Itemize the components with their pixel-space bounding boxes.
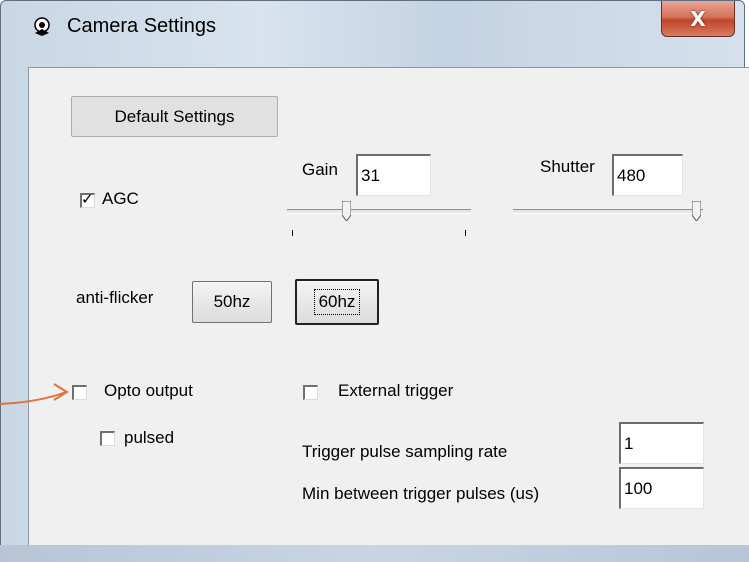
window-title: Camera Settings bbox=[67, 15, 216, 37]
gain-tick-min bbox=[292, 230, 293, 236]
window-bottom-edge bbox=[0, 545, 749, 562]
anti-flicker-label: anti-flicker bbox=[76, 288, 154, 307]
check-mark-icon: ✓ bbox=[81, 190, 94, 208]
trigger-rate-label: Trigger pulse sampling rate bbox=[302, 442, 508, 461]
gain-slider-thumb[interactable] bbox=[342, 201, 352, 221]
60hz-label: 60hz bbox=[313, 289, 361, 315]
arrow-annotation-icon bbox=[0, 383, 69, 405]
gain-tick-max bbox=[465, 230, 466, 236]
opto-output-checkbox[interactable] bbox=[72, 385, 87, 400]
opto-output-label: Opto output bbox=[104, 381, 193, 400]
shutter-slider-track[interactable] bbox=[513, 209, 703, 214]
gain-label: Gain bbox=[302, 160, 338, 179]
agc-label: AGC bbox=[102, 189, 139, 208]
agc-checkbox[interactable]: ✓ bbox=[80, 190, 95, 208]
pulsed-checkbox[interactable] bbox=[100, 431, 115, 446]
shutter-label: Shutter bbox=[540, 157, 595, 176]
camera-app-icon bbox=[34, 17, 50, 36]
external-trigger-label: External trigger bbox=[338, 381, 454, 400]
default-settings-label: Default Settings bbox=[114, 106, 235, 126]
title-bar[interactable]: Camera Settings X bbox=[1, 1, 744, 39]
shutter-input[interactable] bbox=[612, 154, 683, 196]
pulsed-label: pulsed bbox=[124, 428, 175, 447]
60hz-button[interactable]: 60hz bbox=[295, 279, 379, 325]
close-button[interactable]: X bbox=[661, 1, 735, 37]
external-trigger-checkbox[interactable] bbox=[303, 385, 318, 400]
gain-slider-track[interactable] bbox=[287, 209, 471, 214]
close-icon: X bbox=[690, 6, 706, 31]
min-between-label: Min between trigger pulses (us) bbox=[302, 484, 540, 503]
trigger-rate-input[interactable] bbox=[619, 422, 704, 464]
min-between-input[interactable] bbox=[619, 467, 704, 509]
shutter-slider-thumb[interactable] bbox=[692, 201, 701, 221]
default-settings-button[interactable]: Default Settings bbox=[71, 96, 278, 137]
gain-input[interactable] bbox=[356, 154, 431, 196]
50hz-button[interactable]: 50hz bbox=[192, 281, 272, 323]
50hz-label: 50hz bbox=[213, 292, 251, 311]
